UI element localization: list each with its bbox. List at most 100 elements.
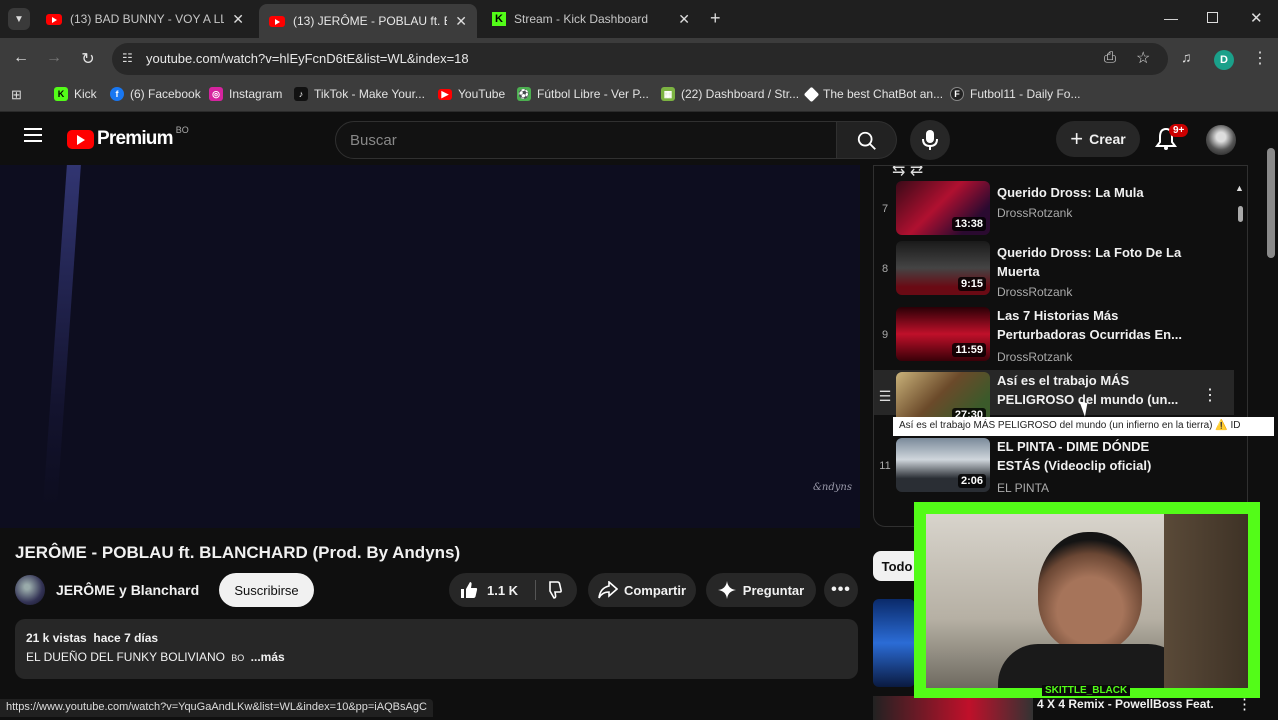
country-code: BO	[175, 125, 189, 135]
playlist-item[interactable]: 8 9:15 Querido Dross: La Foto De La Muer…	[874, 241, 1234, 305]
search-input[interactable]: Buscar	[335, 121, 837, 159]
playlist-channel: DrossRotzank	[997, 285, 1073, 299]
page-scrollbar-thumb[interactable]	[1267, 148, 1275, 258]
playlist-index: 9	[881, 329, 889, 341]
drag-handle-icon[interactable]: ☰	[874, 388, 896, 405]
playlist-scrollbar-thumb[interactable]	[1238, 206, 1243, 222]
new-tab-button[interactable]: +	[710, 8, 721, 29]
browser-menu-icon[interactable]: ⋮	[1252, 48, 1268, 68]
tab-search-chevron-icon[interactable]: ▼	[8, 8, 30, 30]
bookmark-chatbot[interactable]: The best ChatBot an...	[803, 86, 944, 102]
account-avatar[interactable]	[1206, 125, 1236, 155]
description-box[interactable]: 21 k vistas hace 7 días EL DUEÑO DEL FUN…	[15, 619, 858, 679]
minimize-button[interactable]: —	[1164, 10, 1178, 26]
logo-text: Premium	[97, 128, 174, 149]
duration-badge: 9:15	[957, 277, 986, 291]
webcam-person-head	[1038, 532, 1142, 652]
playlist-panel: ⇆ ⇄ ▲ 7 13:38 Querido Dross: La Mula Dro…	[873, 165, 1248, 527]
search-button[interactable]	[837, 121, 897, 159]
playlist-scroll-up-icon[interactable]: ▲	[1235, 183, 1244, 193]
kick-icon: K	[492, 12, 506, 26]
subscribe-button[interactable]: Suscribirse	[219, 573, 314, 607]
reload-icon[interactable]: ↻	[78, 49, 98, 69]
tab-jerome-poblau[interactable]: (13) JERÔME - POBLAU ft. BLAN ✕	[259, 4, 477, 38]
notifications-button[interactable]: 9+	[1155, 124, 1189, 153]
browser-toolbar: ← → ↻ ☷ youtube.com/watch?v=hlEyFcnD6tE&…	[0, 38, 1278, 80]
description-line: EL DUEÑO DEL FUNKY BOLIVIANO BO ...más	[26, 650, 285, 664]
bookmark-kick[interactable]: K Kick	[54, 87, 97, 101]
channel-name[interactable]: JERÔME y Blanchard	[56, 582, 199, 598]
forward-arrow-icon[interactable]: →	[44, 49, 64, 67]
playlist-index: 8	[881, 263, 889, 275]
address-bar[interactable]: ☷ youtube.com/watch?v=hlEyFcnD6tE&list=W…	[112, 43, 1168, 75]
view-stats: 21 k vistas hace 7 días	[26, 631, 159, 645]
playlist-index: 11	[879, 460, 891, 472]
bookmark-tiktok[interactable]: ♪ TikTok - Make Your...	[294, 87, 425, 101]
bookmark-star-icon[interactable]: ☆	[1136, 48, 1150, 68]
bookmark-label: (22) Dashboard / Str...	[681, 87, 800, 101]
description-flag: BO	[231, 653, 245, 663]
bookmark-label: (6) Facebook	[130, 87, 201, 101]
share-button[interactable]: Compartir	[588, 573, 696, 607]
close-icon[interactable]: ✕	[232, 11, 244, 28]
install-app-icon[interactable]: ⎙	[1104, 49, 1116, 66]
bookmark-instagram[interactable]: ◎ Instagram	[209, 87, 282, 101]
close-icon[interactable]: ✕	[455, 13, 467, 30]
bookmark-label: The best ChatBot an...	[823, 87, 944, 101]
facebook-icon: f	[110, 87, 124, 101]
media-control-icon[interactable]: ♫	[1181, 49, 1192, 65]
bookmark-dashboard[interactable]: ▦ (22) Dashboard / Str...	[661, 87, 799, 101]
playlist-controls-partial: ⇆ ⇄	[892, 165, 924, 179]
more-vertical-icon[interactable]: ⋮	[1237, 695, 1252, 713]
bookmark-facebook[interactable]: f (6) Facebook	[110, 87, 201, 101]
bookmark-futbol11[interactable]: F Futbol11 - Daily Fo...	[950, 87, 1080, 101]
more-vertical-icon[interactable]: ⋮	[1202, 385, 1218, 405]
playlist-channel: DrossRotzank	[997, 206, 1073, 220]
youtube-premium-logo[interactable]: Premium BO	[67, 125, 189, 150]
bookmark-label: Fútbol Libre - Ver P...	[537, 87, 649, 101]
recommended-title[interactable]: 4 X 4 Remix - PowellBoss Feat.	[1037, 697, 1214, 711]
site-info-icon[interactable]: ☷	[122, 51, 133, 65]
chip-all-label: Todo	[881, 558, 913, 574]
bookmark-label: TikTok - Make Your...	[314, 87, 425, 101]
close-icon[interactable]: ✕	[678, 11, 690, 28]
profile-avatar[interactable]: D	[1214, 50, 1234, 70]
ask-button[interactable]: Preguntar	[706, 573, 816, 607]
playlist-title: Querido Dross: La Foto De La Muerta	[997, 245, 1182, 279]
bookmark-youtube[interactable]: ▶ YouTube	[438, 87, 505, 101]
hamburger-menu-icon[interactable]	[24, 128, 42, 142]
playlist-item[interactable]: 11 2:06 EL PINTA - DIME DÓNDE ESTÁS (Vid…	[874, 438, 1234, 502]
tiktok-icon: ♪	[294, 87, 308, 101]
voice-search-button[interactable]	[910, 120, 950, 160]
playlist-title: EL PINTA - DIME DÓNDE ESTÁS (Videoclip o…	[997, 439, 1152, 473]
bookmark-futbol-libre[interactable]: ⚽ Fútbol Libre - Ver P...	[517, 87, 649, 101]
thumbs-down-icon	[549, 581, 562, 599]
create-button[interactable]: + Crear	[1056, 121, 1140, 157]
tab-bad-bunny[interactable]: (13) BAD BUNNY - VOY A LLeVA ✕	[36, 4, 254, 34]
restore-button[interactable]	[1207, 12, 1218, 23]
video-player[interactable]: &ndyns	[0, 165, 860, 528]
profile-initial: D	[1220, 54, 1228, 66]
recommended-thumbnail[interactable]	[873, 599, 915, 687]
url-text: youtube.com/watch?v=hlEyFcnD6tE&list=WL&…	[146, 51, 469, 66]
close-window-button[interactable]: ✕	[1250, 9, 1263, 27]
youtube-icon: ▶	[438, 88, 452, 100]
playlist-title: Las 7 Historias Más Perturbadoras Ocurri…	[997, 308, 1182, 342]
recommended-thumbnail[interactable]	[873, 696, 1033, 720]
search-icon	[857, 131, 876, 150]
back-arrow-icon[interactable]: ←	[11, 49, 31, 67]
show-more-link[interactable]: ...más	[251, 650, 285, 664]
like-button[interactable]: 1.1 K	[449, 580, 518, 600]
dislike-button[interactable]	[543, 580, 563, 603]
tab-kick-dashboard[interactable]: K Stream - Kick Dashboard ✕	[482, 4, 700, 34]
youtube-header: Premium BO Buscar + Crear 9+	[0, 113, 1278, 165]
playlist-item[interactable]: 7 13:38 Querido Dross: La Mula DrossRotz…	[874, 181, 1234, 245]
apps-grid-icon[interactable]: ⊞	[11, 87, 22, 103]
playlist-item[interactable]: 9 11:59 Las 7 Historias Más Perturbadora…	[874, 307, 1234, 371]
more-actions-button[interactable]: •••	[824, 573, 858, 607]
divider	[535, 580, 536, 600]
share-label: Compartir	[623, 582, 687, 598]
channel-avatar[interactable]	[15, 575, 45, 605]
notification-badge: 9+	[1169, 124, 1189, 137]
dashboard-icon: ▦	[661, 87, 675, 101]
